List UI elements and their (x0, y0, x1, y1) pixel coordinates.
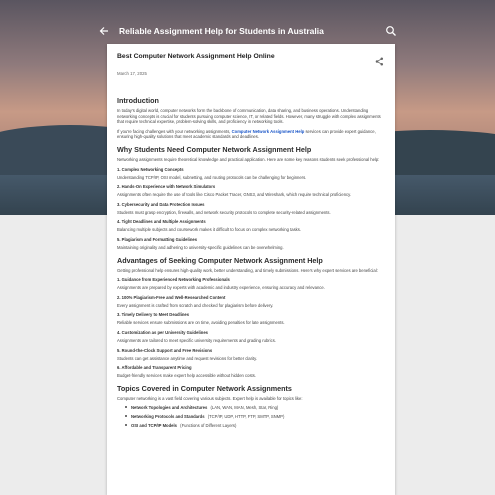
advantage-item-text: Budget-friendly services make expert hel… (117, 373, 256, 379)
advantage-item-heading: 3. Timely Delivery to Meet Deadlines (117, 312, 190, 318)
topic-detail: (Functions of Different Layers) (180, 423, 237, 429)
list-item: OSI and TCP/IP Models (Functions of Diff… (125, 423, 385, 428)
advantage-item-text: Assignments are prepared by experts with… (117, 285, 325, 291)
arrow-back-icon[interactable] (97, 24, 111, 38)
why-item-text: Maintaining originality and adhering to … (117, 244, 284, 250)
app-bar-title[interactable]: Reliable Assignment Help for Students in… (119, 26, 385, 36)
why-intro: Networking assignments require theoretic… (117, 156, 380, 162)
bullet-icon (125, 424, 127, 427)
list-item: Network Topologies and Architectures (LA… (125, 405, 385, 410)
topic-name: OSI and TCP/IP Models (131, 423, 177, 429)
advantage-item-heading: 6. Affordable and Transparent Pricing (117, 365, 192, 371)
advantage-item-heading: 1. Guidance from Experienced Networking … (117, 277, 230, 283)
why-item-heading: 4. Tight Deadlines and Multiple Assignme… (117, 219, 206, 225)
topics-heading: Topics Covered in Computer Network Assig… (117, 383, 292, 393)
why-item-text: Balancing multiple subjects and coursewo… (117, 227, 302, 233)
bullet-icon (125, 415, 127, 418)
bullet-icon (125, 406, 127, 409)
advantages-heading: Advantages of Seeking Computer Network A… (117, 255, 323, 265)
why-item-heading: 3. Cybersecurity and Data Protection Iss… (117, 201, 205, 207)
list-item-content: Network Topologies and Architectures (LA… (131, 405, 278, 410)
service-link[interactable]: Computer Network Assignment Help (232, 129, 305, 134)
advantage-item-text: Reliable services ensure submissions are… (117, 320, 285, 326)
intro-paragraph: In today's digital world, computer netwo… (117, 108, 381, 125)
advantage-item-heading: 4. Customization as per University Guide… (117, 329, 208, 335)
topic-detail: (LAN, WAN, MAN, Mesh, Star, Ring) (210, 405, 279, 411)
advantage-item-heading: 5. Round-the-Clock Support and Free Revi… (117, 347, 213, 353)
advantage-item-heading: 2. 100% Plagiarism-Free and Well-Researc… (117, 294, 226, 300)
post-date: March 17, 2025 (117, 71, 147, 76)
advantage-item-text: Students can get assistance anytime and … (117, 355, 258, 361)
why-item-heading: 2. Hands-On Experience with Network Simu… (117, 184, 216, 190)
advantage-item-text: Every assignment is crafted from scratch… (117, 302, 274, 308)
post-header: Best Computer Network Assignment Help On… (117, 53, 385, 66)
why-item-text: Understanding TCP/IP, OSI model, subnett… (117, 174, 307, 180)
advantages-intro: Getting professional help ensures high-q… (117, 267, 378, 273)
topics-list: Network Topologies and Architectures (LA… (117, 405, 385, 428)
post-card: Best Computer Network Assignment Help On… (107, 44, 395, 495)
search-icon[interactable] (385, 24, 399, 38)
share-icon[interactable] (375, 53, 385, 66)
advantage-item-text: Assignments are tailored to meet specifi… (117, 337, 276, 343)
paragraph-text: If you're facing challenges with your ne… (117, 128, 232, 134)
why-item-text: Students must grasp encryption, firewall… (117, 209, 331, 215)
intro-paragraph-2: If you're facing challenges with your ne… (117, 129, 385, 140)
list-item: Networking Protocols and Standards (TCP/… (125, 414, 385, 419)
list-item-content: Networking Protocols and Standards (TCP/… (131, 414, 284, 419)
topic-detail: (TCP/IP, UDP, HTTP, FTP, SMTP, SNMP) (207, 414, 285, 420)
why-heading: Why Students Need Computer Network Assig… (117, 144, 312, 154)
why-item-text: Assignments often require the use of too… (117, 192, 352, 198)
post-title: Best Computer Network Assignment Help On… (117, 53, 275, 60)
app-bar: Reliable Assignment Help for Students in… (87, 20, 409, 42)
intro-heading: Introduction (117, 96, 159, 105)
list-item-content: OSI and TCP/IP Models (Functions of Diff… (131, 423, 236, 428)
why-item-heading: 5. Plagiarism and Formatting Guidelines (117, 236, 198, 242)
why-item-heading: 1. Complex Networking Concepts (117, 166, 184, 172)
topic-name: Network Topologies and Architectures (131, 405, 208, 411)
topic-name: Networking Protocols and Standards (131, 414, 205, 420)
topics-intro: Computer networking is a vast field cove… (117, 395, 303, 401)
